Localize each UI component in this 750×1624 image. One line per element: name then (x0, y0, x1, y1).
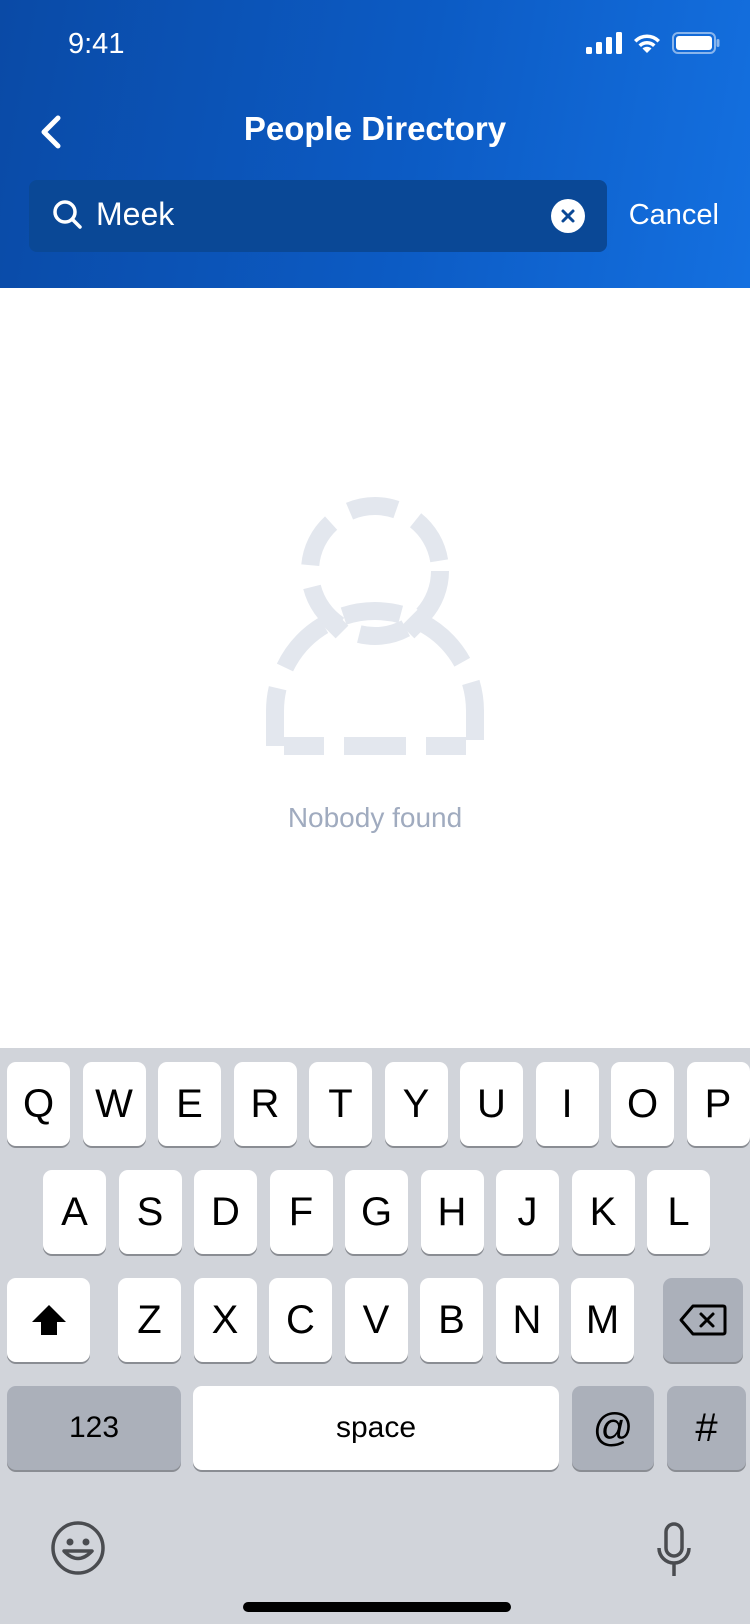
at-key[interactable]: @ (572, 1386, 654, 1470)
key-d[interactable]: D (194, 1170, 257, 1254)
key-m-label: M (585, 1297, 620, 1342)
key-b-label: B (438, 1297, 465, 1342)
search-icon (53, 200, 82, 229)
key-n[interactable]: N (495, 1278, 559, 1362)
key-t-label: T (328, 1081, 353, 1126)
hash-key-label: # (695, 1405, 718, 1450)
key-f-label: F (288, 1189, 314, 1234)
space-key-label: space (335, 1411, 417, 1444)
cancel-button[interactable]: Cancel (629, 199, 719, 232)
key-q-label: Q (22, 1081, 55, 1126)
key-b[interactable]: B (420, 1278, 483, 1362)
key-h-label: H (437, 1189, 467, 1234)
search-value[interactable]: Meek (96, 196, 174, 233)
key-a-label: A (61, 1189, 88, 1234)
home-indicator (243, 1602, 511, 1612)
person-outline-icon (266, 497, 484, 755)
key-l-label: L (667, 1189, 690, 1234)
key-v-label: V (362, 1297, 390, 1342)
key-k[interactable]: K (571, 1170, 635, 1254)
key-d-label: D (211, 1189, 240, 1234)
key-g-label: G (360, 1189, 393, 1234)
key-c-label: C (286, 1297, 315, 1342)
key-x[interactable]: X (193, 1278, 257, 1362)
key-z-label: Z (137, 1297, 162, 1342)
key-j[interactable]: J (496, 1170, 559, 1254)
key-m[interactable]: M (571, 1278, 634, 1362)
shift-icon (31, 1305, 66, 1335)
key-v[interactable]: V (344, 1278, 408, 1362)
key-k-label: K (589, 1189, 617, 1234)
key-o[interactable]: O (611, 1062, 674, 1146)
space-key[interactable]: space (193, 1386, 559, 1470)
key-t[interactable]: T (309, 1062, 372, 1146)
key-s[interactable]: S (118, 1170, 182, 1254)
key-f[interactable]: F (269, 1170, 333, 1254)
key-o-label: O (626, 1081, 659, 1126)
search-input[interactable]: Meek (29, 180, 607, 252)
battery-icon (672, 32, 720, 54)
key-y[interactable]: Y (384, 1062, 448, 1146)
app-header: 9:41 People Directory Meek Cancel (0, 0, 750, 288)
key-n-label: N (512, 1297, 542, 1342)
key-q[interactable]: Q (7, 1062, 70, 1146)
clear-search-button[interactable] (551, 199, 585, 233)
clear-icon (561, 209, 575, 223)
numbers-key-label: 123 (68, 1411, 120, 1444)
key-l[interactable]: L (647, 1170, 710, 1254)
page-title: People Directory (243, 110, 507, 147)
microphone-icon[interactable] (656, 1522, 692, 1578)
shift-key[interactable] (7, 1278, 90, 1362)
key-s-label: S (136, 1189, 164, 1234)
key-a[interactable]: A (43, 1170, 106, 1254)
key-y-label: Y (402, 1081, 430, 1126)
status-icons (586, 32, 720, 54)
key-h[interactable]: H (420, 1170, 484, 1254)
key-u-label: U (477, 1081, 506, 1126)
wifi-icon (634, 34, 660, 53)
key-i-label: I (561, 1081, 573, 1126)
cellular-signal-icon (586, 32, 622, 54)
hash-key[interactable]: # (667, 1386, 746, 1470)
key-w[interactable]: W (82, 1062, 146, 1146)
key-j-label: J (517, 1189, 538, 1234)
numbers-key[interactable]: 123 (7, 1386, 181, 1470)
key-g[interactable]: G (345, 1170, 408, 1254)
backspace-icon (679, 1304, 727, 1336)
key-x-label: X (211, 1297, 239, 1342)
key-e[interactable]: E (158, 1062, 221, 1146)
key-z[interactable]: Z (118, 1278, 181, 1362)
key-w-label: W (95, 1081, 133, 1126)
key-c[interactable]: C (269, 1278, 332, 1362)
emoji-icon[interactable] (50, 1520, 106, 1576)
key-r[interactable]: R (233, 1062, 297, 1146)
key-p[interactable]: P (686, 1062, 750, 1146)
empty-state-message: Nobody found (287, 802, 463, 833)
at-key-label: @ (592, 1405, 634, 1450)
key-e-label: E (176, 1081, 203, 1126)
key-i[interactable]: I (535, 1062, 599, 1146)
key-r-label: R (250, 1081, 280, 1126)
key-p-label: P (704, 1081, 732, 1126)
key-u[interactable]: U (460, 1062, 523, 1146)
delete-key[interactable] (663, 1278, 743, 1362)
status-time: 9:41 (68, 28, 125, 60)
